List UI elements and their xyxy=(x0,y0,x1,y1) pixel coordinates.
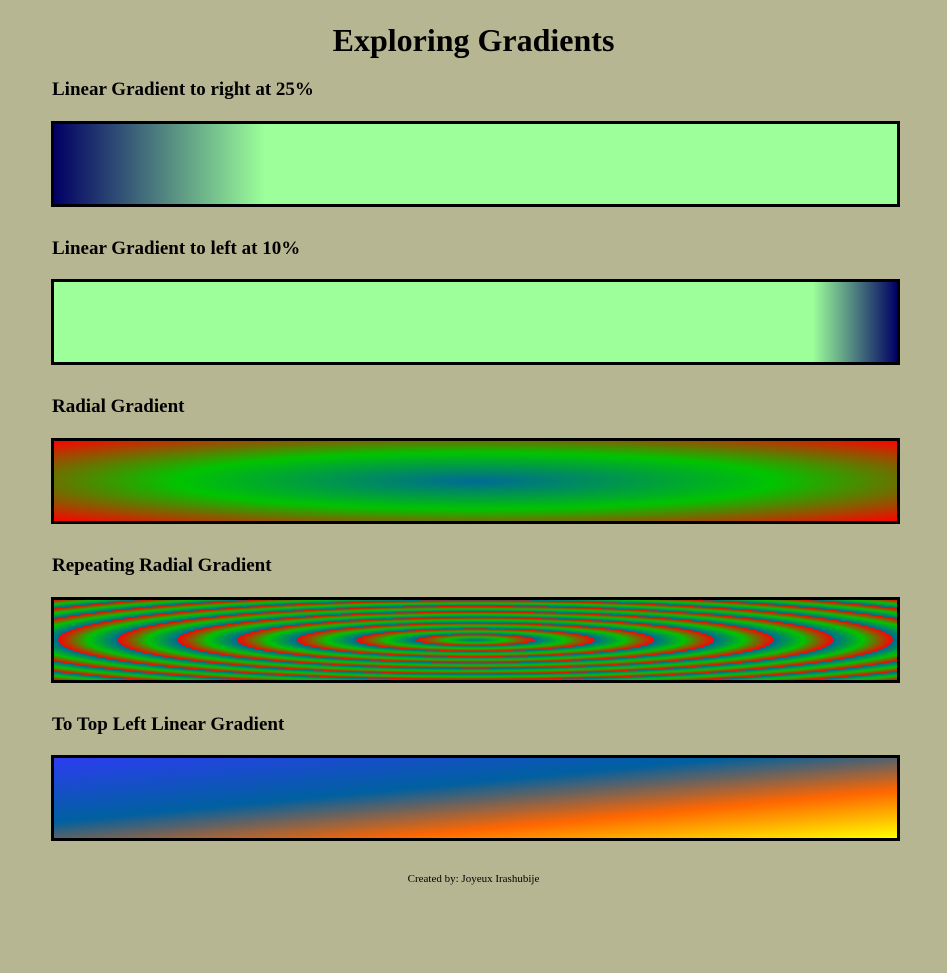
section-heading-radial: Radial Gradient xyxy=(52,396,185,417)
section-heading-linear-right: Linear Gradient to right at 25% xyxy=(52,79,314,100)
section-heading-linear-left: Linear Gradient to left at 10% xyxy=(52,238,301,259)
radial-gradient-box xyxy=(51,438,900,524)
section-heading-repeating-radial: Repeating Radial Gradient xyxy=(52,555,272,576)
top-left-linear-gradient-box xyxy=(51,755,900,841)
linear-gradient-left-box xyxy=(51,279,900,365)
repeating-radial-gradient-box xyxy=(51,597,900,683)
linear-gradient-right-box xyxy=(51,121,900,207)
footer-credit: Created by: Joyeux Irashubije xyxy=(407,873,540,885)
section-heading-top-left-linear: To Top Left Linear Gradient xyxy=(52,714,285,735)
page-title: Exploring Gradients xyxy=(332,22,615,58)
